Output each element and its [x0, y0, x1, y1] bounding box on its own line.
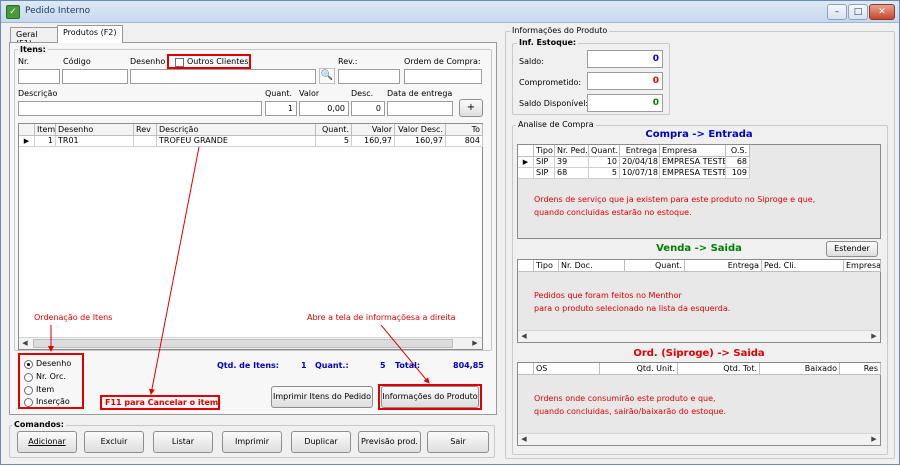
saldo-value: 0: [587, 50, 663, 68]
estender-button[interactable]: Estender: [826, 241, 878, 257]
annotation-f11: F11 para Cancelar o item: [105, 398, 219, 407]
tab-produtos[interactable]: Produtos (F2): [57, 25, 123, 43]
grid-header-indicator: [518, 260, 534, 272]
compra-entrada-title: Compra -> Entrada: [645, 129, 753, 140]
venda-note-1: Pedidos que foram feitos no Menthor: [534, 291, 682, 300]
qtd-itens-value: 1: [301, 361, 307, 370]
radio-item-label: Item: [36, 385, 55, 394]
compra-note-1: Ordens de serviço que ja existem para es…: [534, 195, 816, 204]
table-cell[interactable]: SIP: [534, 168, 555, 179]
scroll-right-icon[interactable]: ▶: [868, 331, 880, 342]
comprometido-label: Comprometido:: [519, 78, 582, 87]
row-pointer-icon: ▶: [518, 157, 534, 168]
qtd-itens-label: Qtd. de Itens:: [217, 361, 279, 370]
estoque-label: Inf. Estoque:: [517, 38, 579, 47]
grid-header-entrega[interactable]: Entrega: [685, 260, 762, 272]
table-cell[interactable]: 10/07/18: [620, 168, 660, 179]
radio-insercao[interactable]: [24, 398, 33, 407]
grid-header-ped-cli[interactable]: Ped. Cli.: [762, 260, 844, 272]
grid-header-qtd-tot[interactable]: Qtd. Tot.: [678, 363, 760, 375]
saldo-label: Saldo:: [519, 57, 544, 66]
table-cell[interactable]: EMPRESA TESTE: [660, 157, 726, 168]
grid-header-entrega[interactable]: Entrega: [620, 145, 660, 157]
ord-note-2: quando concluidas, sairão/baixarão do es…: [534, 407, 726, 416]
total-value: 804,85: [453, 361, 484, 370]
grid-header-empresa[interactable]: Empresa: [844, 260, 881, 272]
grid-header-empresa[interactable]: Empresa: [660, 145, 726, 157]
grid-header-qtd-unit[interactable]: Qtd. Unit.: [600, 363, 678, 375]
compra-note-2: quando concluidas estarão no estoque.: [534, 208, 692, 217]
table-cell[interactable]: 10: [589, 157, 620, 168]
scroll-left-icon[interactable]: ◀: [518, 434, 530, 445]
table-cell[interactable]: 5: [589, 168, 620, 179]
saldo-disponivel-value: 0: [587, 94, 663, 112]
compra-grid: Tipo Nr. Ped. Quant. Entrega Empresa O.S…: [517, 144, 881, 239]
radio-nr-orc-label: Nr. Orc.: [36, 372, 66, 381]
grid-header-baixado[interactable]: Baixado: [760, 363, 840, 375]
ord-note-1: Ordens onde consumirão este produto e qu…: [534, 394, 716, 403]
table-cell[interactable]: 68: [726, 157, 750, 168]
analise-compra-label: Analise de Compra: [516, 120, 596, 129]
total-label: Total:: [395, 361, 421, 370]
main-window: ✓ Pedido Interno – □ ✕ Geral (F1) Produt…: [0, 0, 900, 465]
radio-nr-orc[interactable]: [24, 373, 33, 382]
grid-header-res[interactable]: Res: [840, 363, 881, 375]
radio-item[interactable]: [24, 386, 33, 395]
grid-header-quant[interactable]: Quant.: [625, 260, 685, 272]
comprometido-value: 0: [587, 72, 663, 90]
arrow-f11: [149, 146, 200, 395]
grid-header-quant[interactable]: Quant.: [589, 145, 620, 157]
table-cell[interactable]: 20/04/18: [620, 157, 660, 168]
radio-insercao-label: Inserção: [36, 397, 70, 406]
scroll-left-icon[interactable]: ◀: [518, 331, 530, 342]
imprimir-button[interactable]: Imprimir: [222, 431, 282, 453]
duplicar-button[interactable]: Duplicar: [291, 431, 351, 453]
info-produto-title: Informações do Produto: [510, 26, 610, 35]
table-cell[interactable]: 68: [555, 168, 589, 179]
quant-total-label: Quant.:: [315, 361, 349, 370]
table-cell[interactable]: 39: [555, 157, 589, 168]
sair-button[interactable]: Sair: [427, 431, 489, 453]
grid-header-indicator: [518, 363, 534, 375]
table-cell[interactable]: EMPRESA TESTE: [660, 168, 726, 179]
grid-header-nr-doc[interactable]: Nr. Doc.: [559, 260, 625, 272]
ord-grid-hscrollbar[interactable]: ◀ ▶: [518, 433, 880, 445]
scroll-right-icon[interactable]: ▶: [868, 434, 880, 445]
grid-header-indicator: [518, 145, 534, 157]
saldo-disponivel-label: Saldo Disponível:: [519, 99, 589, 108]
grid-header-tipo[interactable]: Tipo: [534, 145, 555, 157]
listar-button[interactable]: Listar: [153, 431, 213, 453]
info-produto-button[interactable]: Informações do Produto: [381, 386, 479, 408]
grid-header-os[interactable]: OS: [534, 363, 600, 375]
comandos-label: Comandos:: [12, 420, 66, 429]
radio-desenho-label: Desenho: [36, 359, 72, 368]
grid-header-os[interactable]: O.S.: [726, 145, 750, 157]
grid-header-tipo[interactable]: Tipo: [534, 260, 559, 272]
adicionar-button[interactable]: Adicionar: [17, 431, 77, 453]
excluir-button[interactable]: Excluir: [84, 431, 144, 453]
quant-total-value: 5: [380, 361, 386, 370]
arrow-abre-tela: [380, 324, 430, 384]
row-indicator: [518, 168, 534, 179]
table-cell[interactable]: SIP: [534, 157, 555, 168]
previsao-prod-button[interactable]: Previsão prod.: [358, 431, 421, 453]
ord-siproge-title: Ord. (Siproge) -> Saida: [633, 348, 765, 359]
table-cell[interactable]: 109: [726, 168, 750, 179]
radio-desenho[interactable]: [24, 360, 33, 369]
grid-header-nr-ped[interactable]: Nr. Ped.: [555, 145, 589, 157]
imprimir-itens-button[interactable]: Imprimir Itens do Pedido: [271, 386, 373, 408]
venda-note-2: para o produto selecionado na lista da e…: [534, 304, 731, 313]
venda-grid-hscrollbar[interactable]: ◀ ▶: [518, 330, 880, 342]
